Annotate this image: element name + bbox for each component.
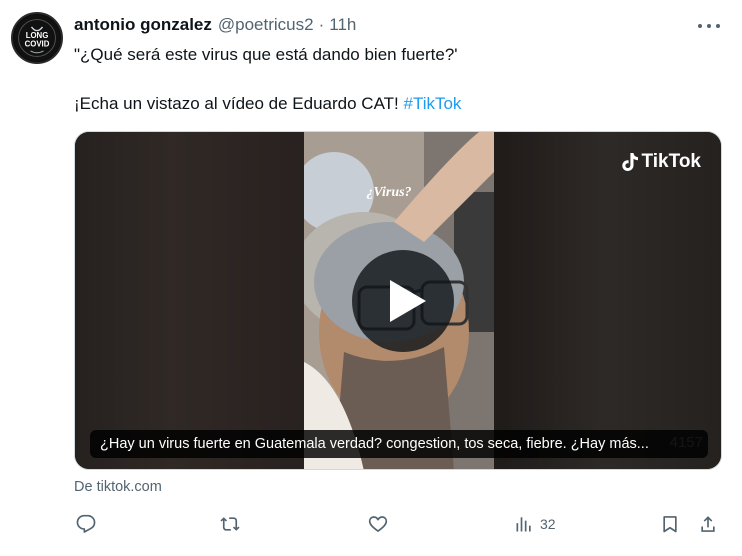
- play-icon: [390, 280, 426, 322]
- avatar[interactable]: LONG COVID: [11, 12, 63, 64]
- timestamp[interactable]: 11h: [329, 14, 356, 36]
- tiktok-brand-label: TikTok: [641, 151, 701, 172]
- ellipsis-icon[interactable]: [698, 17, 720, 35]
- views-button[interactable]: 32: [514, 510, 556, 538]
- tweet-text-line1: "¿Qué será este virus que está dando bie…: [74, 45, 458, 64]
- action-bar: 32: [74, 510, 722, 538]
- tweet-header: antonio gonzalez @poetricus2 · 11h: [74, 14, 356, 36]
- video-caption: ¿Hay un virus fuerte en Guatemala verdad…: [90, 430, 708, 458]
- share-button[interactable]: [698, 510, 718, 538]
- share-icon: [701, 516, 715, 532]
- views-icon: [516, 517, 531, 532]
- author-name[interactable]: antonio gonzalez: [74, 14, 212, 36]
- like-button[interactable]: [368, 510, 388, 538]
- video-card[interactable]: ¿Virus? TikTok 4157 ¿Hay un virus fuerte…: [74, 131, 722, 470]
- play-button[interactable]: [352, 250, 454, 352]
- hashtag-link[interactable]: #TikTok: [403, 94, 461, 113]
- link-source[interactable]: De tiktok.com: [74, 479, 162, 495]
- tiktok-watermark: TikTok: [621, 151, 701, 173]
- tweet-text-line2: ¡Echa un vistazo al vídeo de Eduardo CAT…: [74, 93, 461, 115]
- views-count: 32: [540, 516, 556, 532]
- tweet[interactable]: LONG COVID antonio gonzalez @poetricus2 …: [0, 0, 742, 556]
- long-covid-logo: LONG COVID: [13, 14, 61, 62]
- reply-button[interactable]: [76, 510, 96, 538]
- tweet-text-prefix: ¡Echa un vistazo al vídeo de Eduardo CAT…: [74, 94, 404, 113]
- bookmark-button[interactable]: [660, 510, 680, 538]
- svg-text:COVID: COVID: [25, 39, 50, 48]
- reply-icon: [76, 514, 96, 533]
- bookmark-icon: [663, 516, 677, 533]
- retweet-icon: [220, 517, 240, 531]
- retweet-button[interactable]: [220, 510, 240, 538]
- separator-dot: ·: [318, 15, 325, 34]
- author-handle[interactable]: @poetricus2: [218, 14, 314, 36]
- heart-icon: [368, 516, 388, 532]
- tiktok-icon: [621, 153, 638, 171]
- video-overlay-text: ¿Virus?: [366, 185, 411, 200]
